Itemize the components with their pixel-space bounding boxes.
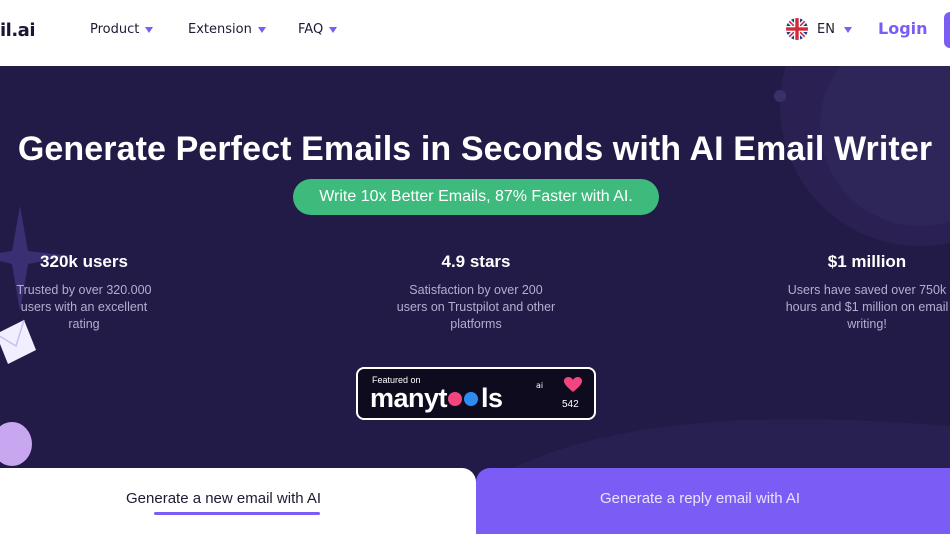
nav-faq[interactable]: FAQ	[298, 22, 338, 37]
stat-desc-line: users on Trustpilot and other	[396, 300, 556, 314]
stat-users: 320k users Trusted by over 320.000 users…	[0, 252, 184, 333]
stat-value: $1 million	[827, 252, 907, 271]
nav-extension[interactable]: Extension	[188, 22, 266, 37]
chevron-down-icon	[843, 26, 852, 33]
tab-reply-email-label: Generate a reply email with AI	[600, 490, 801, 507]
uk-flag-icon	[786, 18, 808, 40]
stat-rating: 4.9 stars Satisfaction by over 200 users…	[376, 252, 576, 333]
signup-button[interactable]	[944, 12, 950, 48]
tab-new-email[interactable]: Generate a new email with AI	[0, 468, 476, 534]
badge-brand-part: ls	[481, 383, 503, 413]
top-navbar: il.ai Product Extension FAQ EN Login	[0, 0, 950, 66]
badge-brand-part: manyt	[370, 383, 448, 413]
stat-desc-line: hours and $1 million on email	[785, 300, 949, 314]
nav-faq-label: FAQ	[298, 22, 324, 37]
nav-product-label: Product	[90, 22, 140, 37]
badge-upvote-count: 542	[562, 399, 579, 410]
nav-extension-label: Extension	[188, 22, 252, 37]
stat-description: Users have saved over 750k hours and $1 …	[767, 282, 950, 333]
stat-desc-line: Satisfaction by over 200	[409, 283, 543, 297]
stat-desc-line: rating	[68, 317, 100, 331]
stat-desc-line: platforms	[450, 317, 502, 331]
site-logo[interactable]: il.ai	[0, 20, 36, 41]
featured-badge[interactable]: Featured on manyt ls ai 542	[356, 367, 596, 420]
hero-title: Generate Perfect Emails in Seconds with …	[17, 130, 933, 168]
stat-savings: $1 million Users have saved over 750k ho…	[767, 252, 950, 333]
stat-desc-line: Trusted by over 320.000	[16, 283, 152, 297]
badge-brand-name: manyt ls	[370, 383, 503, 414]
tagline-pill: Write 10x Better Emails, 87% Faster with…	[293, 179, 659, 215]
stat-value: 320k users	[40, 252, 128, 271]
oo-logo-icon	[448, 392, 479, 406]
heart-icon	[564, 377, 582, 392]
stat-desc-line: Users have saved over 750k	[787, 283, 947, 297]
language-selector[interactable]: EN	[786, 18, 852, 40]
stat-desc-line: writing!	[847, 317, 887, 331]
chevron-down-icon	[257, 27, 266, 33]
stat-desc-line: users with an excellent	[20, 300, 148, 314]
tab-new-email-label: Generate a new email with AI	[126, 490, 322, 507]
hero-section: Generate Perfect Emails in Seconds with …	[0, 66, 950, 534]
language-label: EN	[817, 21, 835, 37]
login-link[interactable]: Login	[878, 19, 928, 38]
chevron-down-icon	[145, 27, 154, 33]
nav-product[interactable]: Product	[90, 22, 154, 37]
stat-description: Satisfaction by over 200 users on Trustp…	[376, 282, 576, 333]
stat-description: Trusted by over 320.000 users with an ex…	[0, 282, 184, 333]
stat-value: 4.9 stars	[441, 252, 511, 271]
badge-suffix: ai	[536, 381, 544, 390]
chevron-down-icon	[329, 27, 338, 33]
tab-reply-email[interactable]: Generate a reply email with AI	[476, 468, 950, 534]
active-tab-indicator	[154, 512, 320, 515]
